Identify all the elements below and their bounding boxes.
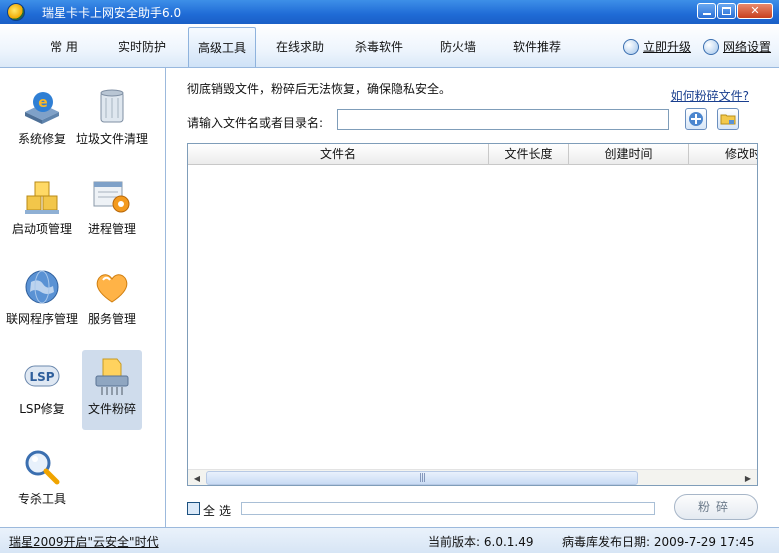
- plus-icon: [689, 112, 703, 126]
- tab-online-help[interactable]: 在线求助: [266, 27, 334, 67]
- horizontal-scrollbar[interactable]: ◀ ||| ▶: [188, 469, 757, 485]
- filename-input[interactable]: [337, 109, 669, 130]
- scroll-right-arrow-icon[interactable]: ▶: [740, 471, 756, 485]
- tab-common[interactable]: 常 用: [36, 27, 92, 67]
- sidebar-item-system-repair[interactable]: e 系统修复: [12, 80, 72, 160]
- special-kill-tool-icon: [21, 446, 63, 488]
- add-file-button[interactable]: [685, 108, 707, 130]
- tab-advanced-tools[interactable]: 高级工具: [188, 27, 256, 67]
- upgrade-icon: [623, 39, 639, 55]
- tab-firewall[interactable]: 防火墙: [428, 27, 488, 67]
- sidebar-item-label: 服务管理: [87, 312, 136, 326]
- scroll-left-arrow-icon[interactable]: ◀: [189, 471, 205, 485]
- sidebar-item-service-manager[interactable]: 服务管理: [82, 260, 142, 340]
- app-logo-icon: [7, 3, 25, 21]
- network-settings-label: 网络设置: [723, 40, 772, 54]
- folder-icon: [720, 114, 736, 125]
- browse-folder-button[interactable]: [717, 108, 739, 130]
- sidebar-item-file-shredder[interactable]: 文件粉碎: [82, 350, 142, 430]
- svg-text:LSP: LSP: [29, 370, 54, 384]
- db-date-label: 病毒库发布日期:: [562, 535, 651, 549]
- promo-link[interactable]: 瑞星2009开启"云安全"时代: [9, 533, 159, 550]
- sidebar-item-label: 垃圾文件清理: [75, 132, 148, 146]
- title-bar: 瑞星卡卡上网安全助手6.0 ✕: [0, 0, 779, 24]
- minimize-icon: [702, 13, 711, 15]
- file-shredder-icon: [91, 356, 133, 398]
- sidebar-item-label: 进程管理: [87, 222, 136, 236]
- sidebar: e 系统修复 垃圾文件清理 启动项管理 进程管理 联网程序管理 服务管理 LSP…: [0, 68, 166, 527]
- maximize-icon: [722, 7, 731, 15]
- file-list[interactable]: 文件名 文件长度 创建时间 修改时 ◀ ||| ▶: [187, 143, 758, 486]
- network-settings-icon: [703, 39, 719, 55]
- checkbox-box: [187, 502, 200, 515]
- version-label: 当前版本:: [428, 535, 481, 549]
- version-value: 6.0.1.49: [483, 535, 534, 549]
- process-manager-icon: [91, 176, 133, 218]
- window-title: 瑞星卡卡上网安全助手6.0: [42, 6, 182, 20]
- sidebar-item-startup-manager[interactable]: 启动项管理: [12, 170, 72, 250]
- column-modified-time[interactable]: 修改时: [689, 144, 757, 165]
- column-created-time[interactable]: 创建时间: [569, 144, 689, 165]
- status-bar: 瑞星2009开启"云安全"时代 当前版本: 6.0.1.49 病毒库发布日期: …: [0, 527, 779, 553]
- file-list-header: 文件名 文件长度 创建时间 修改时: [188, 144, 757, 165]
- sidebar-item-trash-clean[interactable]: 垃圾文件清理: [76, 80, 148, 160]
- how-to-shred-link[interactable]: 如何粉碎文件?: [671, 87, 749, 104]
- sidebar-item-label: 专杀工具: [17, 492, 66, 506]
- column-file-name[interactable]: 文件名: [188, 144, 489, 165]
- sidebar-item-label: 文件粉碎: [87, 402, 136, 416]
- shredder-description: 彻底销毁文件，粉碎后无法恢复，确保隐私安全。: [187, 82, 452, 96]
- lsp-repair-icon: LSP: [21, 356, 63, 398]
- sidebar-item-network-program[interactable]: 联网程序管理: [6, 260, 78, 340]
- shred-button[interactable]: 粉碎: [674, 494, 758, 520]
- startup-manager-icon: [21, 176, 63, 218]
- system-repair-icon: e: [21, 86, 63, 128]
- db-date-value: 2009-7-29 17:45: [653, 535, 755, 549]
- svg-text:e: e: [38, 95, 48, 111]
- upgrade-label: 立即升级: [643, 40, 692, 54]
- network-program-icon: [21, 266, 63, 308]
- tab-realtime-protection[interactable]: 实时防护: [108, 27, 176, 67]
- window-controls: ✕: [697, 3, 773, 19]
- tab-antivirus[interactable]: 杀毒软件: [345, 27, 413, 67]
- current-version: 当前版本: 6.0.1.49: [428, 533, 534, 550]
- trash-clean-icon: [91, 86, 133, 128]
- close-button[interactable]: ✕: [737, 3, 773, 19]
- filename-input-label: 请输入文件名或者目录名:: [187, 116, 324, 130]
- file-shredder-panel: 彻底销毁文件，粉碎后无法恢复，确保隐私安全。 如何粉碎文件? 请输入文件名或者目…: [167, 68, 779, 527]
- network-settings-link[interactable]: 网络设置: [703, 38, 771, 56]
- sidebar-item-process-manager[interactable]: 进程管理: [82, 170, 142, 250]
- virus-db-date: 病毒库发布日期: 2009-7-29 17:45: [562, 533, 754, 550]
- select-all-label: 全选: [203, 504, 236, 518]
- main-toolbar: 常 用 实时防护 高级工具 在线求助 杀毒软件 防火墙 软件推荐 立即升级 网络…: [0, 24, 779, 68]
- service-manager-icon: [91, 266, 133, 308]
- sidebar-item-lsp-repair[interactable]: LSP LSP修复: [12, 350, 72, 430]
- sidebar-item-special-kill-tool[interactable]: 专杀工具: [12, 440, 72, 520]
- scrollbar-thumb[interactable]: |||: [206, 471, 638, 485]
- minimize-button[interactable]: [697, 3, 716, 19]
- tab-software-recommend[interactable]: 软件推荐: [503, 27, 571, 67]
- shred-progress-bar: [241, 502, 655, 515]
- close-icon: ✕: [750, 4, 760, 17]
- column-file-size[interactable]: 文件长度: [489, 144, 569, 165]
- upgrade-link[interactable]: 立即升级: [623, 38, 691, 56]
- maximize-button[interactable]: [717, 3, 736, 19]
